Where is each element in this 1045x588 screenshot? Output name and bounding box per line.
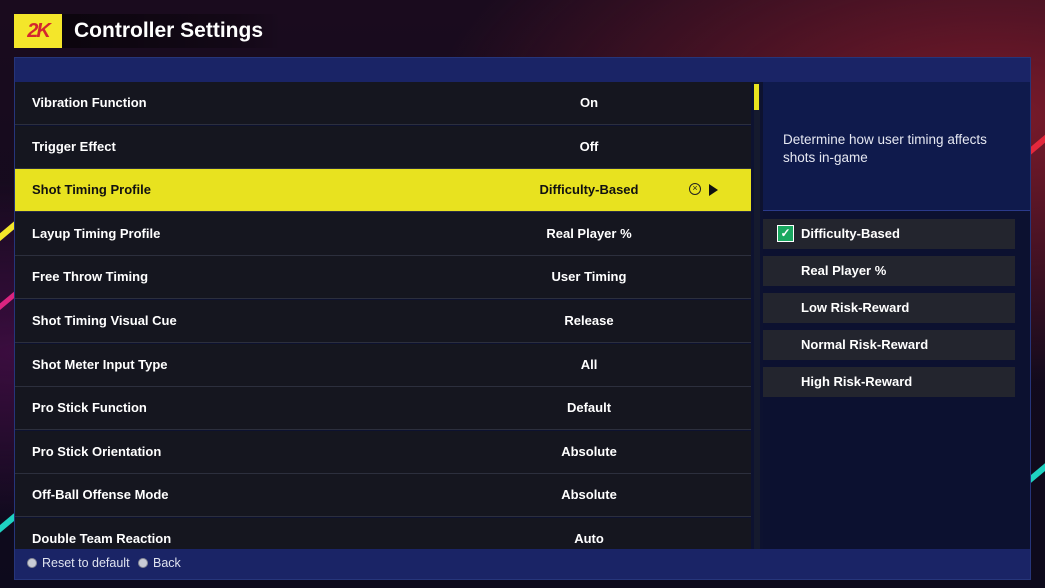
option-item[interactable]: Normal Risk-Reward xyxy=(763,330,1015,360)
setting-label: Off-Ball Offense Mode xyxy=(32,487,169,503)
setting-value: Real Player % xyxy=(546,225,632,241)
setting-value: Off xyxy=(579,138,599,154)
back-hint[interactable]: Back xyxy=(138,556,181,570)
setting-row[interactable]: Double Team Reaction Auto xyxy=(15,518,751,549)
setting-row[interactable]: Shot Timing Visual Cue Release xyxy=(15,300,751,343)
reset-label: Reset to default xyxy=(42,556,130,570)
setting-value: User Timing xyxy=(551,269,627,285)
setting-row[interactable]: Pro Stick Function Default xyxy=(15,387,751,431)
reset-hint[interactable]: Reset to default xyxy=(27,556,130,570)
page-title: Controller Settings xyxy=(74,19,264,42)
setting-row[interactable]: Layup Timing Profile Real Player % xyxy=(15,212,751,256)
setting-row[interactable]: Shot Timing Profile Difficulty-Based × xyxy=(15,169,751,213)
description-box: Determine how user timing affects shots … xyxy=(763,82,1030,211)
setting-value: Default xyxy=(566,400,612,416)
option-panel: Determine how user timing affects shots … xyxy=(763,82,1030,549)
option-label: Normal Risk-Reward xyxy=(801,337,929,352)
top-bar xyxy=(15,58,1030,82)
option-label: Difficulty-Based xyxy=(801,226,900,241)
setting-description: Determine how user timing affects shots … xyxy=(783,132,987,165)
setting-label: Shot Meter Input Type xyxy=(32,356,168,372)
setting-label: Pro Stick Function xyxy=(32,400,147,416)
option-label: High Risk-Reward xyxy=(801,374,913,389)
setting-row[interactable]: Trigger Effect Off xyxy=(15,125,751,169)
setting-label: Trigger Effect xyxy=(32,138,116,154)
option-item[interactable]: ✓ Difficulty-Based xyxy=(763,219,1015,249)
scrollbar-thumb[interactable] xyxy=(754,84,759,110)
cross-button-icon: × xyxy=(689,183,701,196)
option-label: Real Player % xyxy=(801,263,887,278)
setting-label: Vibration Function xyxy=(32,95,147,110)
setting-label: Free Throw Timing xyxy=(32,269,149,285)
setting-label: Double Team Reaction xyxy=(32,531,172,546)
option-item[interactable]: Real Player % xyxy=(763,256,1015,286)
checkmark-icon: ✓ xyxy=(777,225,794,242)
setting-row[interactable]: Shot Meter Input Type All xyxy=(15,343,751,387)
controller-button-icon xyxy=(138,558,148,568)
option-item[interactable]: Low Risk-Reward xyxy=(763,293,1015,323)
option-item[interactable]: High Risk-Reward xyxy=(763,367,1015,397)
setting-label: Shot Timing Visual Cue xyxy=(32,313,177,328)
settings-frame: Vibration Function On Trigger Effect Off Sho… xyxy=(14,57,1031,580)
footer-bar: Reset to default Back xyxy=(15,549,1030,579)
setting-value: Difficulty-Based xyxy=(539,182,639,198)
option-label: Low Risk-Reward xyxy=(801,300,910,315)
scrollbar-track[interactable] xyxy=(754,82,760,549)
setting-value: Absolute xyxy=(561,443,617,459)
settings-list: Vibration Function On Trigger Effect Off Sho… xyxy=(15,82,751,549)
setting-row[interactable]: Pro Stick Orientation Absolute xyxy=(15,430,751,474)
back-label: Back xyxy=(153,556,181,570)
setting-row[interactable]: Free Throw Timing User Timing xyxy=(15,256,751,300)
setting-value: Absolute xyxy=(561,487,617,503)
2k-logo: 2K xyxy=(14,14,62,48)
setting-value: All xyxy=(580,356,598,372)
setting-label: Shot Timing Profile xyxy=(32,182,151,198)
page-header: 2K Controller Settings xyxy=(14,14,282,48)
controller-button-icon xyxy=(27,558,37,568)
title-bar: Controller Settings xyxy=(62,14,282,48)
setting-label: Pro Stick Orientation xyxy=(32,443,162,459)
setting-value: Release xyxy=(564,313,614,328)
setting-row[interactable]: Off-Ball Offense Mode Absolute xyxy=(15,474,751,518)
setting-value: Auto xyxy=(574,531,604,546)
setting-value: On xyxy=(579,95,599,110)
setting-label: Layup Timing Profile xyxy=(32,225,161,241)
arrow-right-icon[interactable] xyxy=(709,184,718,197)
setting-row[interactable]: Vibration Function On xyxy=(15,82,751,125)
